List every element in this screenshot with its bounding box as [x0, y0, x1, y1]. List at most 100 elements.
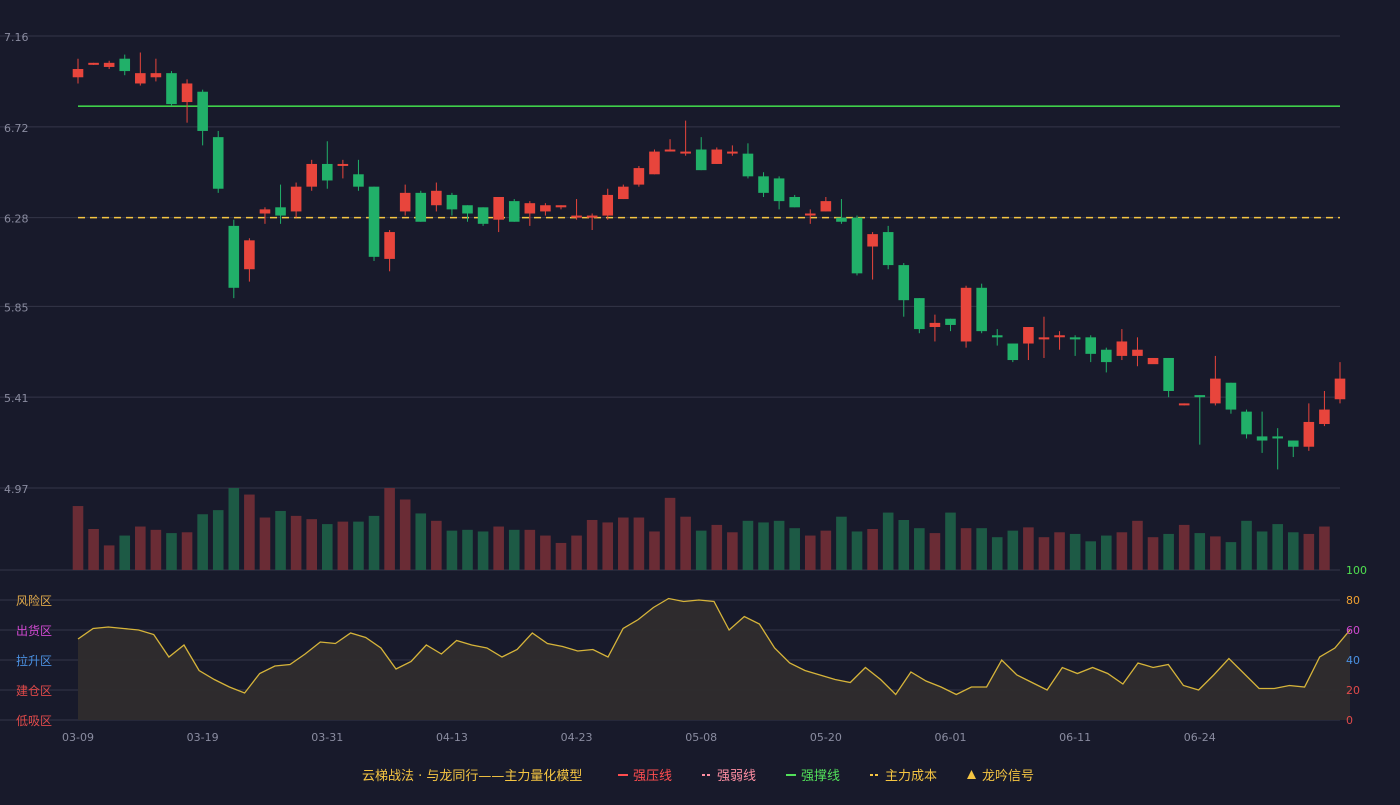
volume-bar — [945, 512, 956, 570]
volume-bar — [633, 517, 645, 570]
legend-title: 云梯战法 · 与龙同行——主力量化模型 — [362, 769, 582, 784]
volume-bar — [103, 545, 115, 570]
volume-bar — [493, 526, 504, 570]
candle-body — [618, 186, 629, 200]
volume-bar — [524, 529, 536, 570]
volume-bar — [228, 488, 240, 570]
candle-body — [649, 151, 660, 175]
volume-bar — [1147, 537, 1159, 570]
volume-bar — [1085, 541, 1097, 570]
volume-bar — [960, 528, 972, 570]
volume-bar — [1069, 533, 1081, 570]
candle-body — [711, 149, 723, 164]
volume-bar — [306, 519, 318, 570]
x-tick-label: 03-19 — [187, 731, 219, 744]
candle-body — [804, 213, 816, 216]
volume-bar — [914, 528, 925, 570]
candle-body — [446, 194, 458, 210]
volume-bar — [1303, 533, 1315, 570]
candle-body — [1225, 382, 1237, 410]
volume-bar — [290, 515, 302, 570]
volume-bar — [851, 531, 863, 570]
volume-bar — [399, 499, 411, 570]
legend-triangle-icon — [967, 770, 976, 779]
volume-bar — [197, 514, 208, 570]
volume-bar — [368, 515, 380, 570]
x-tick-label: 06-24 — [1184, 731, 1216, 744]
candle-body — [602, 194, 614, 216]
volume-bar — [508, 529, 520, 570]
candle-body — [337, 163, 349, 166]
candle-body — [1007, 343, 1019, 361]
volume-bar — [664, 497, 676, 570]
x-tick-label: 04-13 — [436, 731, 468, 744]
volume-bar — [804, 535, 816, 570]
x-tick-label: 03-31 — [311, 731, 343, 744]
volume-bar — [1225, 542, 1237, 570]
volume-bar — [337, 521, 349, 570]
price-tick-label: 5.85 — [4, 301, 29, 314]
volume-bar — [1023, 527, 1034, 570]
candle-body — [820, 201, 832, 212]
legend-item: 强弱线 — [702, 769, 756, 784]
x-tick-label: 03-09 — [62, 731, 94, 744]
oscillator-tick-label: 20 — [1346, 684, 1360, 697]
volume-bar — [1100, 535, 1112, 570]
volume-bar — [1007, 530, 1019, 570]
volume-bar — [212, 510, 224, 570]
price-tick-label: 7.16 — [4, 31, 29, 44]
candle-body — [851, 217, 863, 274]
volume-bar — [1256, 531, 1268, 570]
legend-item: 龙吟信号 — [967, 768, 1034, 784]
volume-bar — [1319, 526, 1330, 570]
candle-body — [664, 149, 676, 152]
candle-body — [540, 205, 551, 212]
candle-body — [166, 73, 177, 105]
oscillator-area — [78, 598, 1350, 720]
volume-bar — [150, 529, 162, 570]
legend-item: 强压线 — [618, 769, 672, 784]
volume-bar — [991, 537, 1003, 570]
candle-body — [103, 62, 115, 67]
candle-body — [1319, 409, 1330, 425]
stock-chart-container: 7.16 6.72 6.28 5.85 5.41 4.97 风险区 出货区 拉升区 建仓区 低吸区 1… — [0, 0, 1400, 800]
volume-bar — [618, 517, 629, 570]
volume-bar — [929, 533, 941, 570]
volume-bar — [882, 512, 894, 570]
candle-body — [135, 73, 146, 84]
candle-body — [508, 201, 520, 222]
candle-body — [150, 73, 162, 78]
volume-bar — [727, 532, 738, 570]
volume-bar — [680, 516, 691, 570]
candle-body — [493, 196, 504, 220]
volume-bar — [135, 526, 146, 570]
x-tick-label: 06-11 — [1059, 731, 1091, 744]
candle-body — [1256, 436, 1268, 441]
volume-bar — [119, 535, 131, 570]
candle-body — [1303, 421, 1315, 447]
candle-body — [415, 192, 427, 222]
candle-body — [1116, 341, 1128, 356]
volume-bar — [820, 530, 832, 570]
candle-body — [758, 176, 769, 193]
candle-body — [1054, 335, 1065, 338]
legend-item: 主力成本 — [870, 769, 937, 784]
candle-body — [1085, 337, 1097, 354]
candle-body — [727, 151, 738, 154]
volume-bar — [540, 535, 551, 570]
volume-bar — [321, 524, 333, 570]
candle-body — [555, 205, 567, 208]
candle-body — [368, 186, 380, 257]
candle-body — [1147, 357, 1159, 365]
stock-chart: 7.16 6.72 6.28 5.85 5.41 4.97 风险区出货区拉升区建仓区低吸区 1… — [0, 31, 1367, 784]
volume-bar — [1241, 520, 1252, 570]
volume-bar — [867, 529, 878, 570]
volume-bar — [1287, 532, 1299, 570]
volume-bar — [244, 494, 255, 570]
volume-bar — [649, 531, 660, 570]
candle-body — [1241, 411, 1252, 435]
x-tick-label: 05-08 — [685, 731, 717, 744]
candle-body — [1194, 395, 1206, 398]
candle-body — [929, 322, 941, 328]
candle-body — [789, 196, 800, 208]
